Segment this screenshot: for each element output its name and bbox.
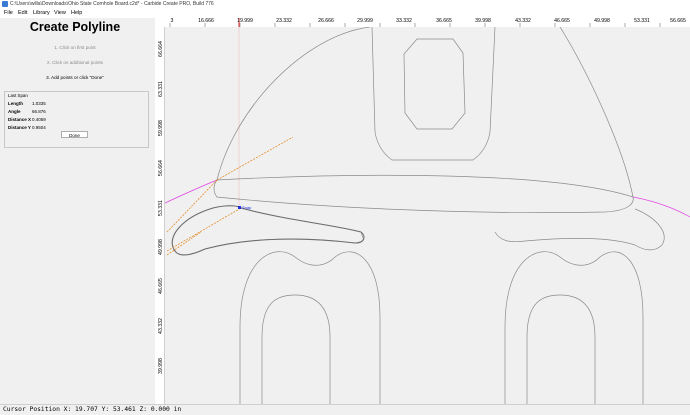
- y-tick: 46.665: [158, 278, 164, 294]
- y-tick: 56.664: [158, 160, 164, 176]
- x-tick: 29.999: [357, 18, 373, 24]
- y-tick: 39.998: [158, 358, 164, 374]
- helmet-outline-right: [559, 27, 634, 198]
- x-tick: 43.332: [515, 18, 531, 24]
- ball-inner-left: [261, 294, 331, 404]
- distance-y-value: 0.9504: [32, 125, 46, 130]
- distance-y-label: Distance Y: [8, 125, 31, 130]
- x-tick: 36.665: [436, 18, 452, 24]
- menu-library[interactable]: Library: [33, 9, 50, 18]
- guide-arc-left: [165, 179, 218, 204]
- ball-inner-right: [526, 294, 596, 404]
- ball-outer-right: [504, 251, 644, 404]
- x-tick: 56.665: [670, 18, 686, 24]
- x-tick: 26.666: [318, 18, 334, 24]
- x-tick: 19.999: [237, 18, 253, 24]
- y-tick: 53.331: [158, 200, 164, 216]
- angle-value: 66.876: [32, 109, 46, 114]
- snap-label: Snap: [242, 205, 252, 210]
- step-3: 3. Add points or click "Done": [46, 75, 104, 80]
- vertical-ruler[interactable]: 66.664 63.331 59.998 56.664 53.331 49.99…: [155, 27, 164, 404]
- design-canvas[interactable]: Snap: [165, 27, 690, 404]
- canvas-drawing: Snap: [165, 27, 690, 404]
- snap-marker: [238, 206, 241, 209]
- guide-arc-right: [632, 196, 690, 218]
- y-tick: 59.998: [158, 120, 164, 136]
- letter-o: [403, 38, 466, 130]
- title-bar: C:\Users\willa\Downloads\Ohio State Corn…: [0, 0, 690, 9]
- ball-outer-left: [239, 251, 381, 404]
- window-title: C:\Users\willa\Downloads\Ohio State Corn…: [10, 1, 214, 7]
- panel-heading: Create Polyline: [29, 20, 121, 34]
- app-icon: [2, 1, 8, 7]
- y-tick: 66.664: [158, 41, 164, 57]
- y-tick: 49.998: [158, 239, 164, 255]
- length-value: 1.0335: [32, 101, 46, 106]
- x-tick: 3: [170, 18, 174, 24]
- x-tick: 16.666: [198, 18, 214, 24]
- menu-file[interactable]: File: [4, 9, 13, 18]
- distance-x-label: Distance X: [8, 117, 32, 122]
- angle-label: Angle: [8, 109, 21, 114]
- construction-line: [216, 136, 294, 181]
- y-tick: 43.332: [158, 318, 164, 334]
- x-tick: 49.998: [594, 18, 610, 24]
- selected-facemask: [171, 205, 365, 256]
- construction-line: [166, 179, 218, 233]
- menu-view[interactable]: View: [54, 9, 66, 18]
- status-bar: Cursor Position X: 19.707 Y: 53.461 Z: 0…: [0, 404, 690, 415]
- last-span-group: Last Span Length 1.0335 Angle 66.876 Dis…: [4, 91, 149, 148]
- menu-help[interactable]: Help: [71, 9, 82, 18]
- helmet-outline-left: [216, 27, 371, 181]
- facemask-left: [171, 205, 365, 256]
- step-2: 2. Click on additional points: [47, 60, 103, 65]
- distance-x-value: 0.4059: [32, 117, 46, 122]
- menu-edit[interactable]: Edit: [18, 9, 27, 18]
- stripe-shape: [371, 27, 496, 161]
- done-button[interactable]: Done: [61, 131, 88, 138]
- y-tick: 63.331: [158, 81, 164, 97]
- x-tick: 23.332: [276, 18, 292, 24]
- ruler-corner: [155, 18, 165, 27]
- tool-panel: Create Polyline 1. Click on first point …: [0, 18, 165, 404]
- x-tick: 46.665: [554, 18, 570, 24]
- length-label: Length: [8, 101, 23, 106]
- x-tick: 53.331: [634, 18, 650, 24]
- step-1: 1. Click on first point: [54, 45, 96, 50]
- x-tick: 39.998: [475, 18, 491, 24]
- last-span-label: Last Span: [8, 93, 28, 98]
- helmet-brim: [213, 174, 634, 213]
- x-tick: 33.332: [396, 18, 412, 24]
- facemask-right: [494, 208, 665, 251]
